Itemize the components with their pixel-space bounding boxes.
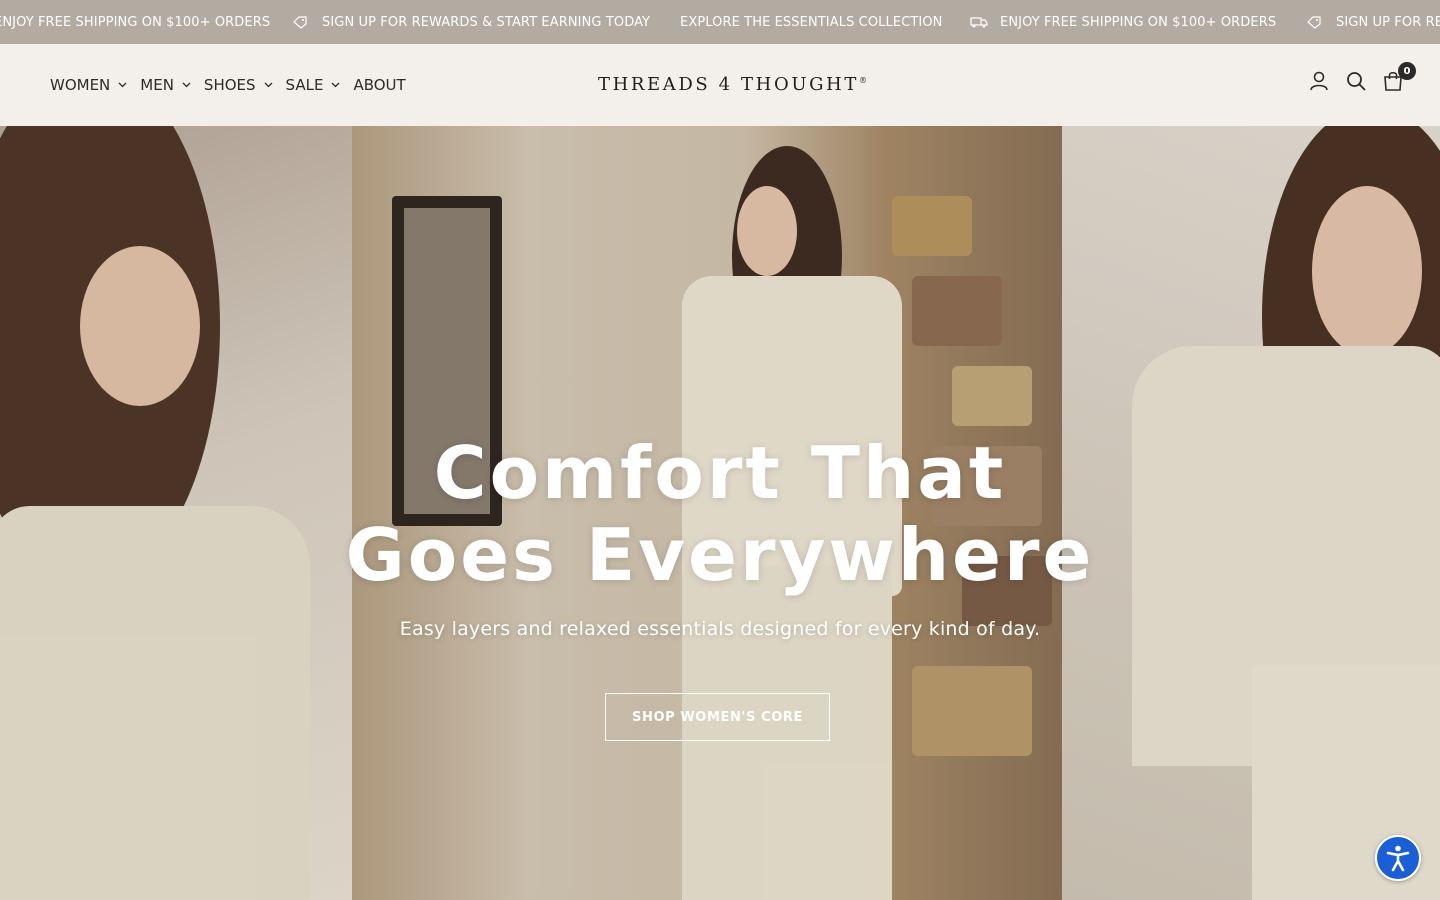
registered-mark: ® — [858, 76, 867, 85]
announcement-text: SIGN UP FOR REWARDS & START EARNING TODA… — [322, 14, 651, 30]
main-nav: WOMEN MEN SHOES SALE ABOUT — [50, 44, 419, 126]
announcement-item[interactable]: EXPLORE THE ESSENTIALS COLLECTION — [680, 0, 942, 44]
truck-icon — [970, 17, 988, 28]
search-button[interactable] — [1345, 70, 1367, 92]
announcement-item[interactable]: SIGN UP FOR REWARDS & START EARNING TODA… — [292, 0, 650, 44]
announcement-item[interactable]: ENJOY FREE SHIPPING ON $100+ ORDERS — [970, 0, 1276, 44]
cart-button[interactable]: 0 — [1382, 62, 1416, 92]
nav-item-sale[interactable]: SALE — [286, 76, 341, 94]
nav-item-label: WOMEN — [50, 76, 111, 94]
nav-item-label: SALE — [285, 76, 324, 94]
announcement-text: ENJOY FREE SHIPPING ON $100+ ORDERS — [1000, 14, 1277, 30]
nav-item-about[interactable]: ABOUT — [353, 76, 405, 94]
hero-subtitle: Easy layers and relaxed essentials desig… — [399, 618, 1041, 640]
chevron-down-icon — [118, 82, 127, 88]
chevron-down-icon — [182, 82, 191, 88]
announcement-item[interactable]: SIGN UP FOR REWARDS & START EARNING TODA… — [1306, 0, 1440, 44]
nav-item-label: MEN — [140, 76, 174, 94]
hero-banner: Comfort That Goes Everywhere Easy layers… — [0, 126, 1440, 900]
hero-title-line-1: Comfort That — [433, 431, 1007, 515]
announcement-text: EXPLORE THE ESSENTIALS COLLECTION — [680, 14, 943, 30]
site-logo[interactable]: THREADS 4 THOUGHT® — [598, 74, 867, 96]
nav-item-label: ABOUT — [353, 76, 406, 94]
account-button[interactable] — [1308, 70, 1330, 92]
chevron-down-icon — [331, 82, 340, 88]
header-actions: 0 — [1293, 62, 1416, 92]
tag-icon — [1307, 16, 1321, 29]
announcement-bar: ENJOY FREE SHIPPING ON $100+ ORDERS SIGN… — [0, 0, 1440, 44]
shop-womens-core-button[interactable]: SHOP WOMEN'S CORE — [605, 693, 830, 741]
accessibility-icon — [1386, 845, 1410, 872]
nav-item-women[interactable]: WOMEN — [50, 76, 127, 94]
hero-title-line-2: Goes Everywhere — [345, 513, 1095, 597]
cart-count-badge: 0 — [1398, 62, 1416, 80]
announcement-text: SIGN UP FOR REWARDS & START EARNING TODA… — [1336, 14, 1440, 30]
announcement-track: ENJOY FREE SHIPPING ON $100+ ORDERS SIGN… — [0, 0, 1440, 44]
nav-item-men[interactable]: MEN — [140, 76, 191, 94]
hero-title: Comfort That Goes Everywhere — [320, 432, 1120, 596]
chevron-down-icon — [264, 82, 272, 88]
account-icon — [1310, 71, 1328, 91]
search-icon — [1347, 72, 1366, 91]
logo-text: THREADS 4 THOUGHT — [598, 74, 859, 95]
nav-item-shoes[interactable]: SHOES — [204, 76, 273, 94]
announcement-item[interactable]: ENJOY FREE SHIPPING ON $100+ ORDERS — [0, 0, 270, 44]
accessibility-button[interactable] — [1375, 835, 1421, 881]
tag-icon — [293, 16, 307, 29]
announcement-text: ENJOY FREE SHIPPING ON $100+ ORDERS — [0, 14, 271, 30]
site-header: WOMEN MEN SHOES SALE ABOUT THREADS 4 THO… — [0, 44, 1440, 126]
nav-item-label: SHOES — [203, 76, 256, 94]
